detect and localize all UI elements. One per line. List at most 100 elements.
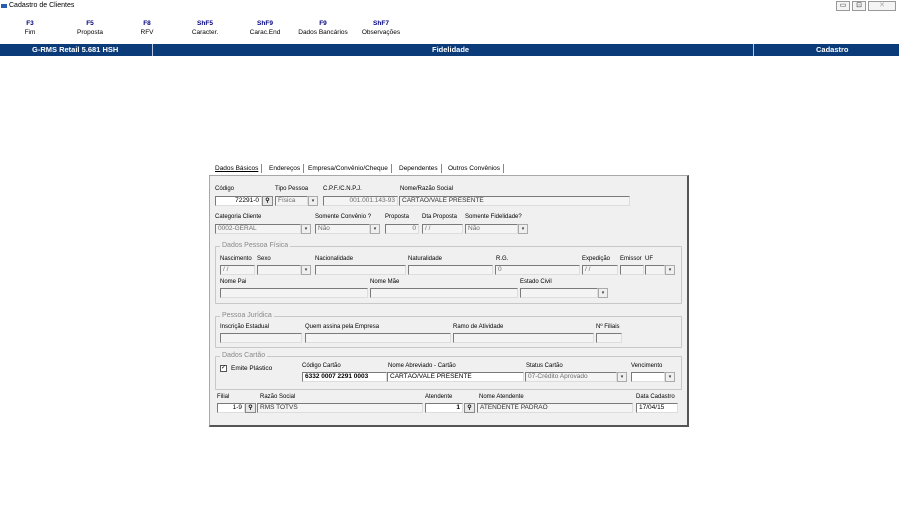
atendente-field[interactable]: 1 <box>425 403 463 413</box>
nome-label: Nome/Razão Social <box>400 186 454 192</box>
chevron-down-icon[interactable]: ▾ <box>301 224 311 234</box>
emite-plastico-label: Emite Plástico <box>231 365 273 372</box>
status-cartao-label: Status Cartão <box>526 363 563 369</box>
tab-dependentes[interactable]: Dependentes <box>399 164 442 173</box>
nome-mae-label: Nome Mãe <box>370 279 400 285</box>
quem-assina-field[interactable] <box>305 333 451 343</box>
data-cadastro-field[interactable]: 17/04/15 <box>636 403 678 413</box>
fkey-dados-bancarios[interactable]: F9 Dados Bancários <box>292 19 354 37</box>
quem-assina-label: Quem assina pela Empresa <box>305 324 380 330</box>
categoria-select[interactable]: 0002-GERAL <box>215 224 301 234</box>
expedicao-label: Expedição <box>582 256 611 262</box>
naturalidade-field[interactable] <box>408 265 493 275</box>
nome-field[interactable]: CARTÃO/VALE PRESENTE <box>399 196 630 206</box>
tab-page: Código 72291-0 ⚲ Tipo Pessoa Física ▾ C.… <box>209 175 689 427</box>
num-filiais-field[interactable] <box>596 333 622 343</box>
fkey-fim[interactable]: F3 Fim <box>18 19 42 37</box>
razao-social-field[interactable]: RMS TOTVS <box>257 403 423 413</box>
tab-separator <box>440 164 442 173</box>
codigo-cartao-field[interactable]: 6332 0007 2291 0003 <box>302 372 387 382</box>
emissor-label: Emissor <box>620 256 642 262</box>
somente-fidelidade-label: Somente Fidelidade? <box>465 214 522 220</box>
fkey-caracter[interactable]: ShF5 Caracter. <box>184 19 226 37</box>
filial-field[interactable]: 1-9 <box>217 403 245 413</box>
tab-empresa-convenio-cheque[interactable]: Empresa/Convênio/Cheque <box>308 164 392 173</box>
rg-field[interactable]: 0 <box>495 265 580 275</box>
minimize-button[interactable]: ▭ <box>836 1 850 11</box>
atendente-label: Atendente <box>425 394 453 400</box>
emite-plastico-checkbox[interactable]: ✓ <box>220 365 227 372</box>
cpf-label: C.P.F./C.N.P.J. <box>323 186 362 192</box>
proposta-field[interactable]: 0 <box>385 224 419 234</box>
tab-dados-basicos[interactable]: Dados Básicos <box>215 164 263 173</box>
chevron-down-icon[interactable]: ▾ <box>617 372 627 382</box>
uf-label: UF <box>645 256 653 262</box>
chevron-down-icon[interactable]: ▾ <box>518 224 528 234</box>
vencimento-select[interactable] <box>631 372 665 382</box>
function-key-bar: F3 Fim F5 Proposta F8 RFV ShF5 Caracter. ShF… <box>0 19 899 43</box>
sexo-select[interactable] <box>257 265 301 275</box>
group-title: Dados Pessoa Física <box>220 242 291 249</box>
codigo-cartao-label: Código Cartão <box>302 363 341 369</box>
uf-select[interactable] <box>645 265 665 275</box>
expedicao-field[interactable]: / / <box>582 265 618 275</box>
chevron-down-icon[interactable]: ▾ <box>308 196 318 206</box>
nascimento-label: Nascimento <box>220 256 252 262</box>
close-button[interactable]: ✕ <box>868 1 896 11</box>
nacionalidade-field[interactable] <box>315 265 406 275</box>
emissor-field[interactable] <box>620 265 644 275</box>
filial-label: Filial <box>217 394 230 400</box>
dta-proposta-label: Dta Proposta <box>422 214 458 220</box>
chevron-down-icon[interactable]: ▾ <box>301 265 311 275</box>
cpf-field[interactable]: 001.001.143-93 <box>323 196 398 206</box>
num-filiais-label: Nº Filiais <box>596 324 620 330</box>
sexo-label: Sexo <box>257 256 271 262</box>
module-name: Fidelidade <box>432 45 470 54</box>
ramo-atividade-field[interactable] <box>453 333 594 343</box>
vencimento-label: Vencimento <box>631 363 663 369</box>
window-titlebar: Cadastro de Clientes ▭ ⊡ ✕ <box>0 0 899 13</box>
tab-separator <box>503 164 505 173</box>
inscricao-estadual-field[interactable] <box>220 333 302 343</box>
fkey-observacoes[interactable]: ShF7 Observações <box>356 19 406 37</box>
codigo-field[interactable]: 72291-0 <box>215 196 262 206</box>
chevron-down-icon[interactable]: ▾ <box>665 372 675 382</box>
tipo-pessoa-select[interactable]: Física <box>275 196 308 206</box>
fkey-proposta[interactable]: F5 Proposta <box>70 19 110 37</box>
nome-pai-field[interactable] <box>220 288 368 298</box>
tab-enderecos[interactable]: Endereços <box>269 164 305 173</box>
nome-atendente-label: Nome Atendente <box>479 394 524 400</box>
rg-label: R.G. <box>496 256 509 262</box>
nascimento-field[interactable]: / / <box>220 265 255 275</box>
binoculars-icon[interactable]: ⚲ <box>464 403 475 413</box>
tab-separator <box>261 164 263 173</box>
group-title: Dados Cartão <box>220 352 268 359</box>
somente-convenio-label: Somente Convênio ? <box>315 214 372 220</box>
nome-abreviado-field[interactable]: CARTÃO/VALE PRESENTE <box>387 372 524 382</box>
codigo-label: Código <box>215 186 235 192</box>
chevron-down-icon[interactable]: ▾ <box>370 224 380 234</box>
binoculars-icon[interactable]: ⚲ <box>245 403 256 413</box>
maximize-button[interactable]: ⊡ <box>852 1 866 11</box>
nome-pai-label: Nome Pai <box>220 279 247 285</box>
fkey-carac-end[interactable]: ShF9 Carac.End <box>244 19 286 37</box>
status-divider <box>152 44 153 56</box>
somente-fidelidade-select[interactable]: Não <box>465 224 518 234</box>
proposta-label: Proposta <box>385 214 410 220</box>
nome-atendente-field[interactable]: ATENDENTE PADRAO <box>477 403 633 413</box>
chevron-down-icon[interactable]: ▾ <box>598 288 608 298</box>
somente-convenio-select[interactable]: Não <box>315 224 370 234</box>
categoria-label: Categoria Cliente <box>215 214 262 220</box>
app-version: G-RMS Retail 5.681 HSH <box>32 45 119 54</box>
estado-civil-select[interactable] <box>520 288 598 298</box>
data-cadastro-label: Data Cadastro <box>636 394 675 400</box>
chevron-down-icon[interactable]: ▾ <box>665 265 675 275</box>
inscricao-estadual-label: Inscrição Estadual <box>220 324 270 330</box>
tab-outros-convenios[interactable]: Outros Convênios <box>448 164 505 173</box>
binoculars-icon[interactable]: ⚲ <box>262 196 273 206</box>
status-cartao-select[interactable]: 07-Crédito Aprovado <box>525 372 617 382</box>
app-icon <box>1 4 7 8</box>
dta-proposta-field[interactable]: / / <box>422 224 463 234</box>
nome-mae-field[interactable] <box>370 288 518 298</box>
fkey-rfv[interactable]: F8 RFV <box>136 19 158 37</box>
